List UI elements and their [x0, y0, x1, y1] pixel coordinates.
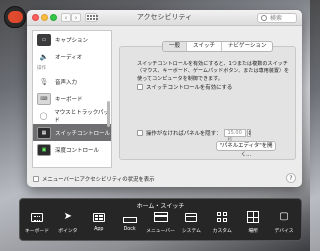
hide-panel-row[interactable]: 操作がなければパネルを隠す： 15.00秒 ▲ ▼	[137, 129, 252, 143]
sidebar-item-switch-control[interactable]: ▦ スイッチコントロール	[33, 124, 111, 141]
switch-item-label: デバイス	[274, 229, 294, 234]
switch-item-label: メニューバー	[146, 229, 175, 234]
caption-icon: ▭	[37, 33, 51, 46]
sidebar-item-dwell-control[interactable]: ▣ 深度コントロール	[33, 141, 111, 158]
sidebar-item-mouse[interactable]: ◯ マウスとトラックパッド	[33, 107, 111, 124]
hide-panel-time-field[interactable]: 15.00秒	[224, 129, 247, 143]
switch-item-keyboard[interactable]: キーボード	[24, 210, 50, 239]
switch-item-dock[interactable]: Dock	[117, 210, 143, 239]
home-switch-items: キーボード ➤ ポインタ App Dock メニューバー システム カスタム 場	[24, 210, 297, 239]
mouse-icon: ◯	[39, 111, 48, 120]
enable-switch-control-row[interactable]: スイッチコントロールを有効にする	[137, 83, 232, 91]
apple-icon	[4, 6, 26, 28]
menubar-status-checkbox[interactable]	[33, 176, 39, 182]
location-icon	[244, 210, 262, 224]
sidebar-item-audio[interactable]: 🔈 オーディオ	[33, 48, 111, 65]
switch-control-icon: ▦	[37, 126, 51, 139]
switch-item-device[interactable]: ▢ デバイス	[271, 210, 297, 239]
system-icon	[182, 210, 200, 224]
enable-switch-control-label: スイッチコントロールを有効にする	[146, 85, 233, 91]
tab-switches[interactable]: スイッチ	[187, 42, 223, 51]
home-switch-panel: ホーム・スイッチ キーボード ➤ ポインタ App Dock メニューバー シス…	[19, 198, 302, 241]
switch-item-label: ポインタ	[58, 229, 78, 234]
keyboard-icon	[28, 210, 46, 224]
sidebar-scrollbar[interactable]	[107, 101, 110, 127]
switch-item-menubar[interactable]: メニューバー	[146, 210, 175, 239]
device-icon: ▢	[279, 211, 289, 222]
sidebar-item-label: スイッチコントロール	[55, 130, 111, 137]
keyboard-icon: ⌨	[37, 92, 51, 105]
hide-panel-checkbox[interactable]	[137, 130, 143, 136]
pointer-icon: ➤	[63, 211, 73, 222]
switch-item-pointer[interactable]: ➤ ポインタ	[55, 210, 81, 239]
dwell-control-icon: ▣	[37, 143, 51, 156]
audio-icon: 🔈	[39, 52, 49, 61]
menubar-icon	[152, 210, 170, 224]
switch-item-label: カスタム	[212, 229, 232, 234]
apple-logo	[3, 4, 27, 30]
sidebar: ▭ キャプション 🔈 オーディオ 操作 🎙 音声入力 ⌨ キーボード ◯ マウス…	[32, 30, 112, 168]
accessibility-window: ‹ › アクセシビリティ 検索 ▭ キャプション 🔈 オーディオ 操作 🎙 音声…	[27, 10, 302, 187]
switch-item-label: システム	[181, 229, 201, 234]
tab-bar: 一般 スイッチ ナビゲーション	[162, 41, 274, 52]
switch-item-location[interactable]: 場所	[240, 210, 266, 239]
search-field[interactable]: 検索	[257, 13, 297, 23]
custom-icon	[213, 210, 231, 224]
dock-icon	[121, 210, 139, 224]
sidebar-section-interaction: 操作	[37, 66, 46, 71]
sidebar-item-label: キャプション	[55, 37, 89, 44]
help-button[interactable]: ?	[286, 173, 296, 183]
hide-panel-stepper[interactable]: ▲ ▼	[247, 129, 252, 137]
titlebar: ‹ › アクセシビリティ 検索	[27, 10, 302, 26]
switch-item-label: キーボード	[25, 229, 49, 234]
sidebar-item-label: 音声入力	[55, 79, 78, 86]
sidebar-item-label: オーディオ	[55, 54, 83, 61]
menubar-status-label: メニューバーにアクセシビリティの状況を表示	[42, 177, 155, 183]
sidebar-item-label: キーボード	[55, 96, 83, 103]
switch-item-label: App	[94, 227, 104, 232]
switch-item-system[interactable]: システム	[178, 210, 204, 239]
app-icon	[90, 210, 108, 224]
search-placeholder: 検索	[270, 15, 283, 22]
sidebar-item-keyboard[interactable]: ⌨ キーボード	[33, 90, 111, 107]
sidebar-item-label: マウスとトラックパッド	[54, 109, 109, 124]
switch-description: スイッチコントロールを有効にすると、1つまたは複数のスイッチ（マウス、キーボード…	[137, 61, 290, 82]
enable-switch-control-checkbox[interactable]	[137, 84, 143, 90]
logo-badge	[7, 11, 23, 23]
switch-item-app[interactable]: App	[86, 210, 112, 239]
search-icon	[261, 15, 267, 21]
sidebar-item-label: 深度コントロール	[55, 147, 100, 154]
sidebar-item-dictation[interactable]: 🎙 音声入力	[33, 73, 111, 90]
sidebar-item-caption[interactable]: ▭ キャプション	[33, 31, 111, 48]
tab-general[interactable]: 一般	[163, 42, 188, 51]
switch-item-custom[interactable]: カスタム	[209, 210, 235, 239]
dictation-icon: 🎙	[39, 77, 49, 86]
tab-navigation[interactable]: ナビゲーション	[222, 42, 272, 51]
switch-item-label: 場所	[248, 229, 258, 234]
menubar-status-row[interactable]: メニューバーにアクセシビリティの状況を表示	[33, 175, 155, 183]
open-panel-editor-button[interactable]: "パネルエディタ"を開く...	[216, 141, 276, 158]
switch-item-label: Dock	[123, 227, 136, 232]
home-switch-title: ホーム・スイッチ	[136, 203, 185, 210]
hide-panel-label: 操作がなければパネルを隠す：	[146, 131, 222, 137]
content-panel: スイッチコントロールを有効にすると、1つまたは複数のスイッチ（マウス、キーボード…	[119, 46, 296, 160]
